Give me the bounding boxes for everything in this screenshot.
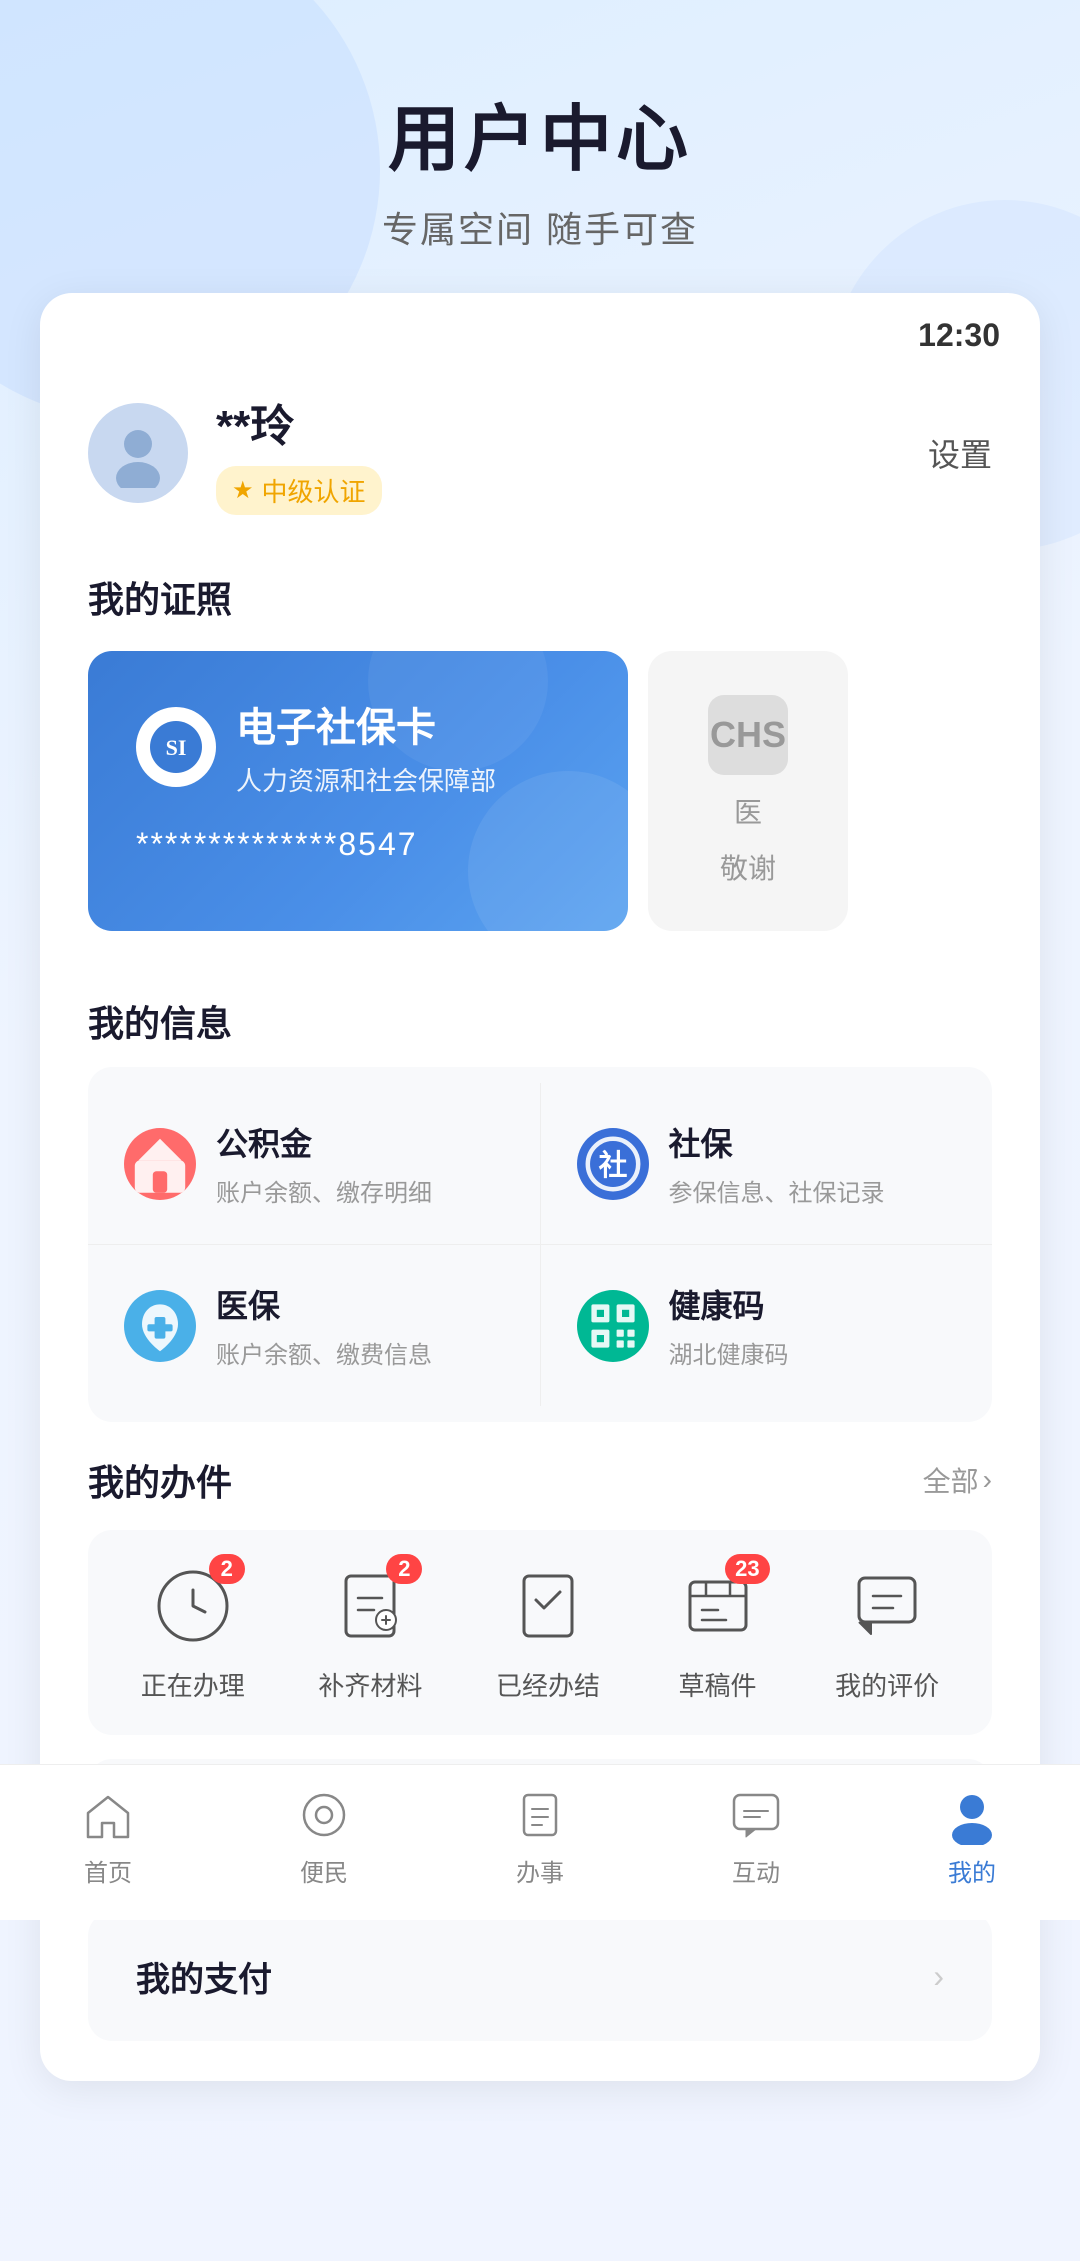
info-item-jiankangma[interactable]: 健康码 湖北健康码 [541,1245,993,1406]
info-row-2: 医保 账户余额、缴费信息 [88,1245,992,1406]
card-gray-subtitle: 敬谢 [720,847,776,887]
jiankangma-desc: 湖北健康码 [669,1335,789,1370]
nav-item-interact[interactable]: 互动 [648,1785,864,1888]
affairs-nav-label: 办事 [516,1853,564,1888]
jiankangma-icon [577,1290,649,1362]
my-cards-title: 我的证照 [40,547,1040,643]
bottom-navigation: 首页 便民 办事 [0,1764,1080,1920]
user-info: **玲 ★ 中级认证 [216,390,382,515]
affair-processing-wrap: 2 [149,1562,237,1650]
mine-nav-label: 我的 [948,1853,996,1888]
affair-processing-badge: 2 [209,1554,245,1584]
status-bar: 12:30 [40,293,1040,370]
social-security-card[interactable]: SI 电子社保卡 人力资源和社会保障部 **************8547 [88,651,628,931]
page-subtitle: 专属空间 随手可查 [40,201,1040,253]
nav-item-services[interactable]: 便民 [216,1785,432,1888]
card-logo: SI [136,707,216,787]
shebao-name: 社保 [669,1119,885,1165]
affair-supplement-label: 补齐材料 [318,1666,422,1703]
info-item-gongjijin[interactable]: 公积金 账户余额、缴存明细 [88,1083,541,1244]
services-nav-label: 便民 [300,1853,348,1888]
cert-star-icon: ★ [232,476,254,505]
affair-review-wrap [843,1562,931,1650]
svg-text:社: 社 [598,1149,627,1181]
payments-chevron-icon: › [933,1958,944,1995]
card-header: SI 电子社保卡 人力资源和社会保障部 [136,695,580,798]
affair-draft-badge: 23 [725,1554,769,1584]
info-item-shebao[interactable]: 社 社保 参保信息、社保记录 [541,1083,993,1244]
home-nav-label: 首页 [84,1853,132,1888]
shebao-text: 社保 参保信息、社保记录 [669,1119,885,1208]
affair-processing-label: 正在办理 [141,1666,245,1703]
nav-item-mine[interactable]: 我的 [864,1785,1080,1888]
affair-review-icon [843,1562,931,1650]
affair-completed-label: 已经办结 [496,1666,600,1703]
my-payments-item[interactable]: 我的支付 › [88,1912,992,2041]
yibao-desc: 账户余额、缴费信息 [216,1335,432,1370]
my-info-title: 我的信息 [40,971,1040,1067]
health-insurance-card[interactable]: CHS 医 敬谢 [648,651,848,931]
services-icon [294,1785,354,1845]
card-title: 电子社保卡 [236,695,496,753]
gongjijin-desc: 账户余额、缴存明细 [216,1173,432,1208]
affairs-nav-icon [510,1785,570,1845]
affair-supplement-wrap: 2 [326,1562,414,1650]
gongjijin-name: 公积金 [216,1119,432,1165]
affair-supplement-badge: 2 [386,1554,422,1584]
affair-item-completed[interactable]: 已经办结 [496,1562,600,1703]
chs-text: CHS [710,714,786,756]
page-title: 用户中心 [40,80,1040,185]
affair-review-label: 我的评价 [835,1666,939,1703]
nav-item-home[interactable]: 首页 [0,1785,216,1888]
affairs-header: 我的办件 全部 › [40,1422,1040,1530]
info-grid: 公积金 账户余额、缴存明细 社 社保 参保信息、社保记录 [88,1067,992,1422]
card-subtitle: 人力资源和社会保障部 [236,761,496,798]
affair-draft-label: 草稿件 [679,1666,757,1703]
user-name: **玲 [216,390,382,454]
status-icons [886,327,902,345]
nav-item-affairs[interactable]: 办事 [432,1785,648,1888]
affairs-all-button[interactable]: 全部 › [923,1460,992,1500]
jiankangma-name: 健康码 [669,1281,789,1327]
affair-item-processing[interactable]: 2 正在办理 [141,1562,245,1703]
yibao-icon [124,1290,196,1362]
svg-text:SI: SI [166,735,187,760]
cert-text: 中级认证 [262,472,366,509]
info-row-1: 公积金 账户余额、缴存明细 社 社保 参保信息、社保记录 [88,1083,992,1245]
cards-carousel: SI 电子社保卡 人力资源和社会保障部 **************8547 C… [40,643,1040,971]
shebao-icon: 社 [577,1128,649,1200]
mine-icon [942,1785,1002,1845]
card-title-block: 电子社保卡 人力资源和社会保障部 [236,695,496,798]
shebao-desc: 参保信息、社保记录 [669,1173,885,1208]
jiankangma-text: 健康码 湖北健康码 [669,1281,789,1370]
affair-completed-icon [504,1562,592,1650]
yibao-name: 医保 [216,1281,432,1327]
info-item-yibao[interactable]: 医保 账户余额、缴费信息 [88,1245,541,1406]
home-icon [78,1785,138,1845]
avatar [88,403,188,503]
payments-title: 我的支付 [136,1952,272,2001]
card-gray-text: 医 [734,791,762,831]
affair-completed-wrap [504,1562,592,1650]
cert-badge: ★ 中级认证 [216,466,382,515]
interact-icon [726,1785,786,1845]
user-left: **玲 ★ 中级认证 [88,390,382,515]
gongjijin-icon [124,1128,196,1200]
user-profile: **玲 ★ 中级认证 设置 [40,370,1040,547]
affair-item-review[interactable]: 我的评价 [835,1562,939,1703]
affairs-grid: 2 正在办理 2 [88,1530,992,1735]
status-time: 12:30 [918,317,1000,354]
card-number: **************8547 [136,826,580,863]
interact-nav-label: 互动 [732,1853,780,1888]
gongjijin-text: 公积金 账户余额、缴存明细 [216,1119,432,1208]
settings-button[interactable]: 设置 [928,430,992,476]
affairs-title: 我的办件 [88,1454,232,1506]
card-gray-logo: CHS [708,695,788,775]
affair-draft-wrap: 23 [674,1562,762,1650]
chevron-right-icon: › [983,1464,992,1496]
affair-item-draft[interactable]: 23 草稿件 [674,1562,762,1703]
yibao-text: 医保 账户余额、缴费信息 [216,1281,432,1370]
affair-item-supplement[interactable]: 2 补齐材料 [318,1562,422,1703]
